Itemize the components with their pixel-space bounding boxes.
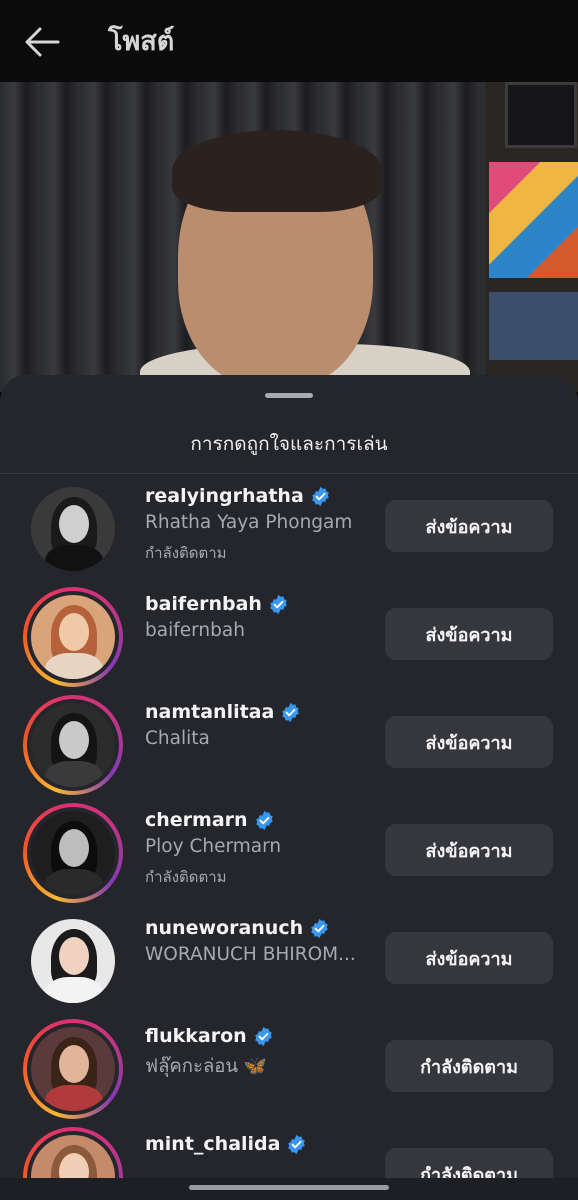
- avatar-face: [59, 1045, 89, 1083]
- verified-badge-icon: [288, 1134, 306, 1154]
- follow-status: กำลังติดตาม: [145, 868, 227, 886]
- avatar-body: [45, 977, 103, 1003]
- video-photo-decor: [489, 292, 578, 360]
- message-button[interactable]: ส่งข้อความ: [385, 824, 553, 876]
- verified-badge-icon: [311, 918, 328, 938]
- username-text: nuneworanuch: [145, 917, 304, 939]
- avatar-image: [31, 703, 115, 787]
- username[interactable]: mint_chalida: [145, 1133, 307, 1155]
- verified-badge-icon: [270, 594, 287, 614]
- avatar[interactable]: [23, 479, 123, 579]
- avatar-face: [59, 613, 89, 651]
- username[interactable]: nuneworanuch: [145, 917, 330, 939]
- avatar-image: [31, 811, 115, 895]
- user-row-chermarn[interactable]: chermarn Ploy Chermarn กำลังติดตาม ส่งข้อคว…: [0, 799, 578, 907]
- username[interactable]: flukkaron: [145, 1025, 274, 1047]
- username[interactable]: baifernbah: [145, 593, 289, 615]
- user-row-nuneworanuch[interactable]: nuneworanuch WORANUCH BHIROM... ส่งข้อความ: [0, 907, 578, 1015]
- message-button[interactable]: ส่งข้อความ: [385, 608, 553, 660]
- verified-badge-icon: [255, 810, 273, 830]
- user-row-flukkaron[interactable]: flukkaron ฟลุ๊คกะล่อน 🦋 กำลังติดตาม: [0, 1015, 578, 1123]
- full-name: Ploy Chermarn: [145, 836, 282, 857]
- sheet-drag-handle[interactable]: [265, 393, 313, 398]
- message-button[interactable]: ส่งข้อความ: [385, 716, 553, 768]
- top-bar: โพสต์: [0, 0, 578, 82]
- post-video[interactable]: [0, 82, 578, 392]
- message-button[interactable]: ส่งข้อความ: [385, 500, 553, 552]
- username[interactable]: namtanlitaa: [145, 701, 301, 723]
- username-text: namtanlitaa: [145, 701, 275, 723]
- avatar-image: [31, 487, 115, 571]
- avatar-body: [45, 545, 103, 571]
- avatar-face: [59, 829, 89, 867]
- username-text: mint_chalida: [145, 1133, 281, 1155]
- avatar-face: [59, 505, 89, 543]
- avatar-body: [45, 1085, 103, 1111]
- following-button[interactable]: กำลังติดตาม: [385, 1040, 553, 1092]
- verified-badge-icon: [254, 1026, 272, 1046]
- full-name: Chalita: [145, 728, 210, 749]
- username-text: realyingrhatha: [145, 485, 304, 507]
- full-name: WORANUCH BHIROM...: [145, 944, 356, 965]
- avatar-body: [45, 653, 103, 679]
- username[interactable]: realyingrhatha: [145, 485, 331, 507]
- video-pop-art-decor: [489, 162, 578, 278]
- username-text: chermarn: [145, 809, 248, 831]
- verified-badge-icon: [312, 486, 329, 506]
- full-name: baifernbah: [145, 620, 245, 641]
- username[interactable]: chermarn: [145, 809, 275, 831]
- verified-badge-icon: [282, 702, 300, 722]
- avatar[interactable]: [23, 587, 123, 687]
- avatar[interactable]: [23, 911, 123, 1011]
- username-text: baifernbah: [145, 593, 262, 615]
- message-button[interactable]: ส่งข้อความ: [385, 932, 553, 984]
- avatar[interactable]: [23, 1019, 123, 1119]
- avatar-body: [45, 869, 103, 895]
- page-title: โพสต์: [108, 26, 175, 57]
- full-name: Rhatha Yaya Phongam: [145, 512, 353, 533]
- avatar-image: [31, 595, 115, 679]
- avatar-body: [45, 761, 103, 787]
- avatar[interactable]: [23, 695, 123, 795]
- back-button[interactable]: [22, 22, 62, 62]
- full-name: ฟลุ๊คกะล่อน 🦋: [145, 1056, 267, 1077]
- video-person-hair: [172, 130, 382, 212]
- avatar[interactable]: [23, 803, 123, 903]
- sheet-divider: [0, 473, 578, 474]
- avatar-image: [31, 1027, 115, 1111]
- home-indicator[interactable]: [189, 1185, 389, 1190]
- user-row-namtanlitaa[interactable]: namtanlitaa Chalita ส่งข้อความ: [0, 691, 578, 799]
- user-row-baifernbah[interactable]: baifernbah baifernbah ส่งข้อความ: [0, 583, 578, 691]
- user-row-realyingrhatha[interactable]: realyingrhatha Rhatha Yaya Phongam กำลังติ…: [0, 475, 578, 583]
- avatar-face: [59, 937, 89, 975]
- avatar-face: [59, 721, 89, 759]
- video-frame-decor: [505, 82, 577, 148]
- username-text: flukkaron: [145, 1025, 247, 1047]
- arrow-left-icon: [25, 27, 60, 57]
- avatar-image: [31, 919, 115, 1003]
- follow-status: กำลังติดตาม: [145, 544, 227, 562]
- sheet-title: การกดถูกใจและการเล่น: [190, 433, 388, 455]
- likes-sheet: การกดถูกใจและการเล่น realyingrhatha Rhath…: [0, 375, 578, 1200]
